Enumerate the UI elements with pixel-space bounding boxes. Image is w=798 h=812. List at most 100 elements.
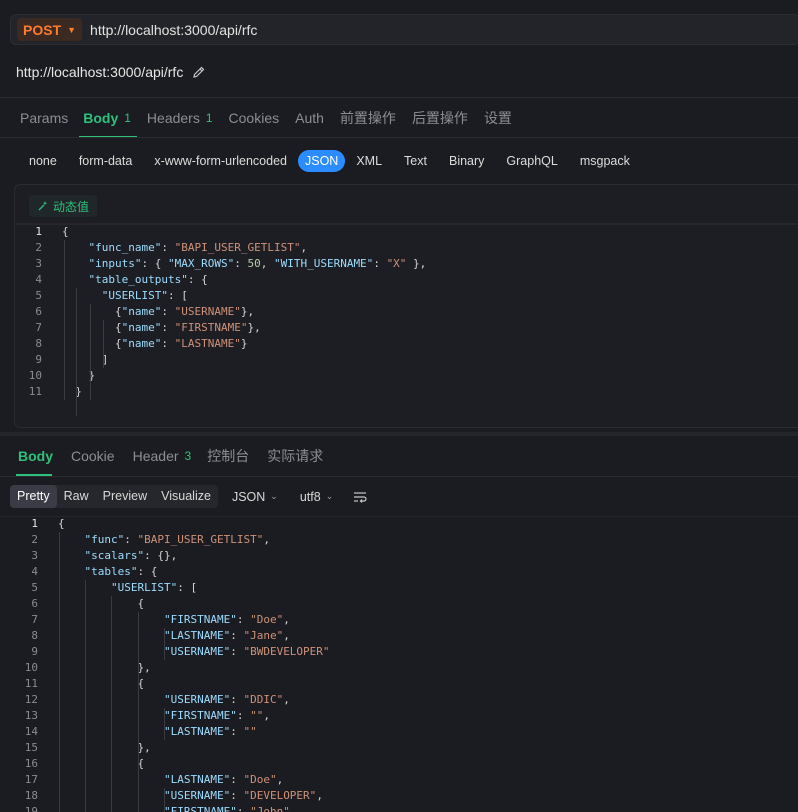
tab-label: Body	[18, 448, 53, 464]
line-number: 7	[35, 321, 42, 334]
line-number: 17	[24, 773, 38, 786]
tab-label: 实际请求	[267, 448, 324, 464]
line-number: 8	[35, 337, 42, 350]
indent-guide	[59, 532, 60, 812]
code-line: "func_name": "BAPI_USER_GETLIST",	[88, 241, 308, 254]
response-body-code[interactable]: 1 {2 "func": "BAPI_USER_GETLIST", 3 "scala…	[0, 516, 798, 812]
tab-label: 前置操作	[339, 110, 396, 126]
tab-count-badge: 1	[205, 111, 213, 125]
indent-guide	[164, 788, 165, 812]
indent-guide	[164, 628, 165, 660]
request-body-code[interactable]: 1 {2 "func_name": "BAPI_USER_GETLIST", 3 "…	[14, 224, 798, 428]
tab-auth[interactable]: Auth	[295, 108, 324, 128]
dynamic-value-button[interactable]: 动态值	[29, 195, 98, 217]
body-type-form-data[interactable]: form-data	[68, 150, 144, 172]
line-number: 14	[24, 725, 38, 738]
tab-label: 后置操作	[411, 110, 468, 126]
divider	[0, 97, 798, 98]
body-type-x-www-form-urlencoded[interactable]: x-www-form-urlencoded	[143, 150, 298, 172]
encoding-label: utf8	[299, 489, 321, 504]
line-number: 4	[35, 273, 42, 286]
body-type-text[interactable]: Text	[393, 150, 438, 172]
indent-guide	[90, 304, 91, 400]
tab-body[interactable]: Body	[18, 446, 53, 466]
line-number: 6	[31, 597, 38, 610]
format-label: JSON	[231, 489, 266, 504]
code-line: "scalars": {},	[84, 549, 178, 562]
line-number: 3	[35, 257, 42, 270]
tab-body[interactable]: Body 1	[83, 108, 131, 128]
line-number: 12	[24, 693, 38, 706]
code-line: {	[58, 757, 145, 770]
tab-7[interactable]: 设置	[484, 108, 512, 128]
indent-guide	[76, 288, 77, 416]
url-input[interactable]: http://localhost:3000/api/rfc	[90, 22, 257, 38]
line-number: 8	[31, 629, 38, 642]
tab-cookie[interactable]: Cookie	[71, 446, 115, 466]
indent-guide	[85, 580, 86, 812]
code-line: {	[62, 225, 69, 238]
code-line: {	[58, 517, 65, 530]
response-encoding-select[interactable]: utf8 ⌄	[300, 490, 333, 504]
tab-cookies[interactable]: Cookies	[229, 108, 280, 128]
line-number: 9	[35, 353, 42, 366]
view-mode-visualize[interactable]: Visualize	[154, 485, 218, 508]
code-line: "USERNAME": "DEVELOPER",	[163, 789, 323, 802]
line-number: 10	[24, 661, 38, 674]
chevron-down-icon: ▼	[67, 24, 77, 35]
tab-label: 设置	[483, 110, 512, 126]
code-line: ]	[62, 353, 109, 366]
line-number: 11	[24, 677, 38, 690]
indent-guide	[111, 596, 112, 812]
line-number: 3	[31, 549, 38, 562]
tab-label: Cookie	[71, 448, 115, 464]
response-toolbar: Pretty Raw Preview Visualize JSON ⌄ utf8 ⌄	[10, 485, 367, 508]
code-line: {	[58, 677, 145, 690]
line-number: 18	[24, 789, 38, 802]
line-number: 5	[31, 581, 38, 594]
body-type-xml[interactable]: XML	[345, 150, 393, 172]
body-type-none[interactable]: none	[18, 150, 68, 172]
tab-3[interactable]: 控制台	[207, 446, 249, 466]
code-line: {"name": "FIRSTNAME"},	[62, 321, 261, 334]
request-tabs: Params Body 1 Headers 1 Cookies Auth 前置操作 后置操作 设置	[20, 108, 512, 128]
method-label: POST	[23, 21, 62, 38]
body-type-json[interactable]: JSON	[298, 150, 346, 172]
word-wrap-icon[interactable]	[353, 491, 367, 503]
line-number: 5	[35, 289, 42, 302]
body-type-graphql[interactable]: GraphQL	[495, 150, 568, 172]
tab-5[interactable]: 前置操作	[340, 108, 396, 128]
code-line: "USERNAME": "DDIC",	[163, 693, 290, 706]
request-name: http://localhost:3000/api/rfc	[16, 64, 184, 80]
body-type-msgpack[interactable]: msgpack	[569, 150, 641, 172]
view-mode-raw[interactable]: Raw	[57, 485, 96, 508]
line-number: 10	[28, 369, 42, 382]
line-number: 9	[31, 645, 38, 658]
method-select[interactable]: POST ▼	[17, 18, 83, 41]
code-line: "FIRSTNAME": "Doe",	[163, 613, 290, 626]
divider	[0, 137, 798, 138]
view-mode-pretty[interactable]: Pretty	[10, 485, 57, 508]
response-format-select[interactable]: JSON ⌄	[232, 490, 278, 504]
code-line: },	[58, 661, 151, 674]
chevron-down-icon: ⌄	[270, 491, 278, 501]
tab-6[interactable]: 后置操作	[412, 108, 468, 128]
tab-header[interactable]: Header 3	[133, 446, 192, 466]
line-number: 16	[24, 757, 38, 770]
code-line: "FIRSTNAME": "John"	[163, 805, 290, 812]
tab-headers[interactable]: Headers 1	[147, 108, 213, 128]
body-type-binary[interactable]: Binary	[438, 150, 495, 172]
tab-count-badge: 3	[184, 449, 192, 463]
edit-pencil-icon[interactable]	[192, 65, 206, 79]
tab-label: Header	[132, 448, 179, 464]
panel-splitter[interactable]	[0, 432, 798, 436]
tab-4[interactable]: 实际请求	[267, 446, 323, 466]
indent-guide	[138, 612, 139, 812]
tab-label: Body	[83, 110, 119, 126]
tab-params[interactable]: Params	[20, 108, 68, 128]
tab-label: Auth	[295, 110, 324, 126]
code-line: "table_outputs": {	[88, 273, 208, 286]
code-line: "USERLIST": [	[101, 289, 188, 302]
view-mode-preview[interactable]: Preview	[96, 485, 154, 508]
code-line: "func": "BAPI_USER_GETLIST",	[84, 533, 270, 546]
